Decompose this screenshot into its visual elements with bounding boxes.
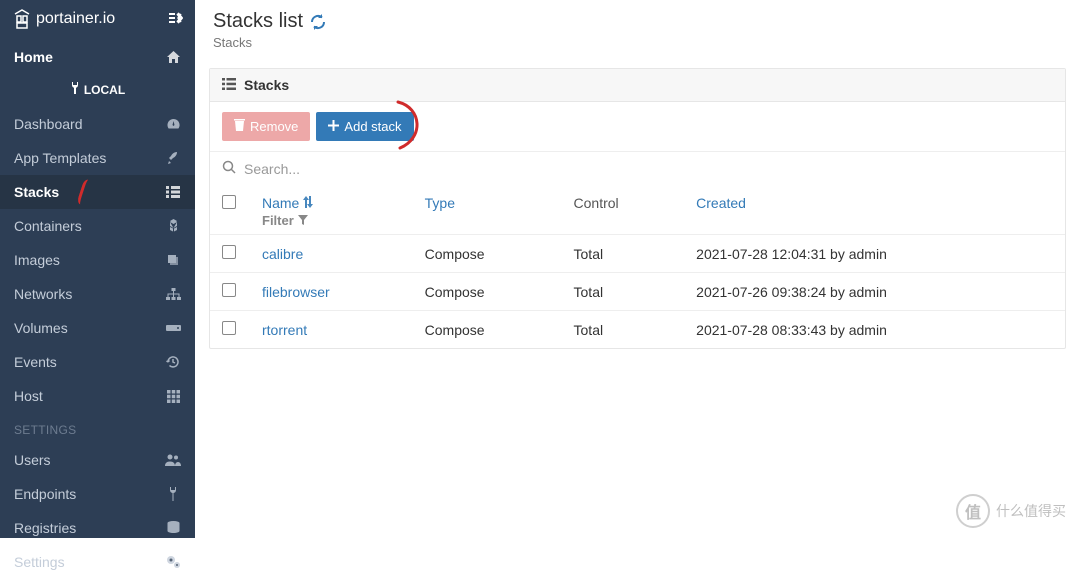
- add-stack-button[interactable]: Add stack: [316, 112, 413, 141]
- watermark-icon: 值: [956, 494, 990, 528]
- breadcrumb: Stacks: [213, 35, 1062, 50]
- row-checkbox[interactable]: [222, 283, 236, 297]
- watermark: 值 什么值得买: [956, 494, 1066, 528]
- toolbar: Remove Add stack: [210, 102, 1065, 151]
- cell-created: 2021-07-28 08:33:43 by admin: [684, 311, 1065, 349]
- sidebar-item-home[interactable]: Home: [0, 40, 195, 74]
- sidebar-item-volumes[interactable]: Volumes: [0, 311, 195, 345]
- sidebar: portainer.io Home LOCAL Dashboard App Te…: [0, 0, 195, 538]
- column-name[interactable]: Name: [262, 195, 313, 211]
- stack-name-link[interactable]: filebrowser: [262, 284, 330, 300]
- sidebar-item-images[interactable]: Images: [0, 243, 195, 277]
- list-icon: [222, 77, 236, 93]
- local-label: LOCAL: [84, 83, 125, 97]
- layers-icon: [165, 252, 181, 268]
- database-icon: [165, 520, 181, 536]
- plug-icon: [70, 82, 80, 97]
- page-title: Stacks list: [213, 10, 303, 33]
- settings-section-header: SETTINGS: [0, 413, 195, 443]
- cubes-icon: [165, 218, 181, 234]
- rocket-icon: [165, 150, 181, 166]
- cell-created: 2021-07-26 09:38:24 by admin: [684, 273, 1065, 311]
- table-row: calibre Compose Total 2021-07-28 12:04:3…: [210, 235, 1065, 273]
- brand-text: portainer.io: [36, 10, 115, 28]
- stack-name-link[interactable]: rtorrent: [262, 322, 307, 338]
- sidebar-item-dashboard[interactable]: Dashboard: [0, 107, 195, 141]
- trash-icon: [234, 119, 245, 134]
- sidebar-item-containers[interactable]: Containers: [0, 209, 195, 243]
- search-input[interactable]: [244, 161, 1053, 177]
- plug-icon: [165, 486, 181, 502]
- history-icon: [165, 354, 181, 370]
- stacks-table: Name Filter Type Control Created: [210, 185, 1065, 348]
- cell-control: Total: [562, 235, 685, 273]
- watermark-text: 什么值得买: [996, 501, 1066, 521]
- users-icon: [165, 452, 181, 468]
- sort-icon: [303, 195, 313, 211]
- row-checkbox[interactable]: [222, 245, 236, 259]
- search-row: [210, 151, 1065, 185]
- filter-control[interactable]: Filter: [262, 211, 401, 228]
- row-checkbox[interactable]: [222, 321, 236, 335]
- list-icon: [165, 184, 181, 200]
- logo-row: portainer.io: [0, 0, 195, 40]
- table-row: filebrowser Compose Total 2021-07-26 09:…: [210, 273, 1065, 311]
- page-header: Stacks list Stacks: [195, 0, 1080, 58]
- sidebar-item-settings[interactable]: Settings: [0, 545, 195, 579]
- home-icon: [165, 49, 181, 65]
- cell-type: Compose: [413, 235, 562, 273]
- column-control: Control: [574, 195, 619, 211]
- logo-icon: [12, 8, 32, 30]
- grid-icon: [165, 388, 181, 404]
- content: Stacks Remove Add stack: [195, 58, 1080, 359]
- column-created[interactable]: Created: [696, 195, 746, 211]
- sidebar-item-networks[interactable]: Networks: [0, 277, 195, 311]
- table-header-row: Name Filter Type Control Created: [210, 185, 1065, 235]
- page-title-row: Stacks list: [213, 10, 1062, 33]
- gears-icon: [165, 554, 181, 570]
- refresh-icon[interactable]: [309, 13, 327, 31]
- sidebar-item-stacks[interactable]: Stacks: [0, 175, 195, 209]
- sidebar-item-endpoints[interactable]: Endpoints: [0, 477, 195, 511]
- main: Stacks list Stacks Stacks Remove Add sta…: [195, 0, 1080, 538]
- gauge-icon: [165, 116, 181, 132]
- sidebar-item-users[interactable]: Users: [0, 443, 195, 477]
- cell-control: Total: [562, 311, 685, 349]
- logo[interactable]: portainer.io: [12, 8, 115, 30]
- funnel-icon: [298, 213, 308, 228]
- plus-icon: [328, 119, 339, 134]
- local-endpoint[interactable]: LOCAL: [0, 74, 195, 107]
- sidebar-item-app-templates[interactable]: App Templates: [0, 141, 195, 175]
- sidebar-item-registries[interactable]: Registries: [0, 511, 195, 545]
- collapse-icon[interactable]: [167, 11, 183, 28]
- stacks-panel: Stacks Remove Add stack: [209, 68, 1066, 349]
- panel-title: Stacks: [244, 77, 289, 93]
- panel-header: Stacks: [210, 69, 1065, 102]
- search-icon: [222, 160, 236, 177]
- cell-created: 2021-07-28 12:04:31 by admin: [684, 235, 1065, 273]
- sidebar-item-host[interactable]: Host: [0, 379, 195, 413]
- sidebar-item-events[interactable]: Events: [0, 345, 195, 379]
- remove-button[interactable]: Remove: [222, 112, 310, 141]
- cell-type: Compose: [413, 311, 562, 349]
- stack-name-link[interactable]: calibre: [262, 246, 303, 262]
- table-row: rtorrent Compose Total 2021-07-28 08:33:…: [210, 311, 1065, 349]
- cell-control: Total: [562, 273, 685, 311]
- select-all-checkbox[interactable]: [222, 195, 236, 209]
- cell-type: Compose: [413, 273, 562, 311]
- hdd-icon: [165, 320, 181, 336]
- sitemap-icon: [165, 286, 181, 302]
- column-type[interactable]: Type: [425, 195, 455, 211]
